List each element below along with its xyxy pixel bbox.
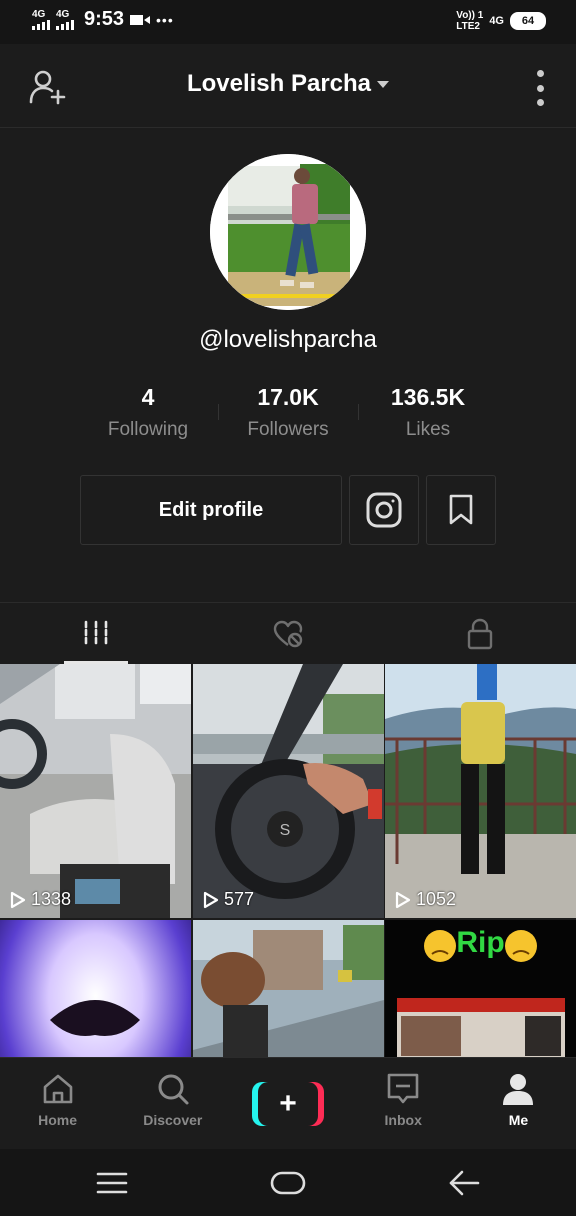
tab-private[interactable]: [384, 603, 576, 664]
content-tabs: [0, 602, 576, 664]
stat-followers[interactable]: 17.0K Followers: [218, 384, 358, 448]
play-icon: [203, 891, 219, 908]
clock: 9:53: [84, 8, 125, 30]
search-icon: [158, 1074, 189, 1105]
battery-icon: 64: [510, 12, 546, 30]
stat-following[interactable]: 4 Following: [78, 384, 218, 448]
video-tile[interactable]: [0, 920, 191, 1058]
tab-liked[interactable]: [192, 603, 384, 664]
video-grid: 1338 S 577 1052 Rip: [0, 664, 576, 1058]
menu-icon[interactable]: [96, 1171, 128, 1195]
nav-inbox[interactable]: Inbox: [346, 1058, 461, 1149]
bottom-navigation: Home Discover + Inbox Me: [0, 1057, 576, 1149]
more-options-button[interactable]: [534, 70, 546, 106]
play-count: 1052: [395, 889, 456, 910]
tab-videos[interactable]: [0, 603, 192, 664]
signal-sim1: 4G: [32, 9, 50, 30]
video-recording-icon: [130, 14, 151, 25]
profile-icon: [503, 1074, 534, 1105]
stat-likes[interactable]: 136.5K Likes: [358, 384, 498, 448]
video-tile[interactable]: [193, 920, 384, 1058]
signal-sim2: 4G: [56, 9, 74, 30]
instagram-button[interactable]: [349, 475, 419, 545]
rip-caption: Rip: [456, 926, 505, 959]
volte-indicator: Vo)) 1 LTE2: [456, 10, 484, 32]
nav-me[interactable]: Me: [461, 1058, 576, 1149]
favorites-button[interactable]: [426, 475, 496, 545]
nav-discover[interactable]: Discover: [115, 1058, 230, 1149]
video-tile[interactable]: Rip: [385, 920, 576, 1058]
chevron-down-icon: [377, 81, 390, 89]
inbox-icon: [387, 1073, 419, 1104]
system-navigation-bar: [0, 1149, 576, 1216]
lock-icon: [467, 618, 493, 649]
profile-stats: 4 Following 17.0K Followers 136.5K Likes: [78, 384, 498, 448]
video-tile[interactable]: 1052: [385, 664, 576, 918]
home-button-icon[interactable]: [270, 1171, 306, 1195]
notification-dots: •••: [156, 11, 174, 28]
grid-icon: [84, 620, 108, 647]
svg-text:S: S: [280, 822, 291, 839]
back-icon[interactable]: [448, 1169, 480, 1197]
home-icon: [43, 1074, 72, 1104]
username: @lovelishparcha: [199, 326, 377, 353]
page-title: Lovelish Parcha: [186, 70, 372, 97]
play-icon: [395, 891, 411, 908]
video-tile[interactable]: 1338: [0, 664, 191, 918]
edit-profile-button[interactable]: Edit profile: [80, 475, 342, 545]
avatar[interactable]: [210, 154, 366, 310]
instagram-icon: [366, 492, 402, 528]
bookmark-icon: [449, 494, 473, 525]
play-count: 1338: [10, 889, 71, 910]
status-bar: 4G 4G 9:53 ••• Vo)) 1 LTE2 4G 64: [0, 0, 576, 44]
play-count: 577: [203, 889, 254, 910]
create-button[interactable]: +: [252, 1082, 324, 1126]
plus-icon: +: [258, 1082, 318, 1126]
play-icon: [10, 891, 26, 908]
account-switcher[interactable]: Lovelish Parcha: [0, 70, 576, 98]
more-icon: [536, 70, 544, 77]
video-tile[interactable]: S 577: [193, 664, 384, 918]
profile-header: Lovelish Parcha: [0, 44, 576, 128]
nav-create[interactable]: +: [230, 1058, 345, 1149]
network-type: 4G: [489, 15, 504, 27]
hidden-heart-icon: [273, 620, 303, 647]
nav-home[interactable]: Home: [0, 1058, 115, 1149]
